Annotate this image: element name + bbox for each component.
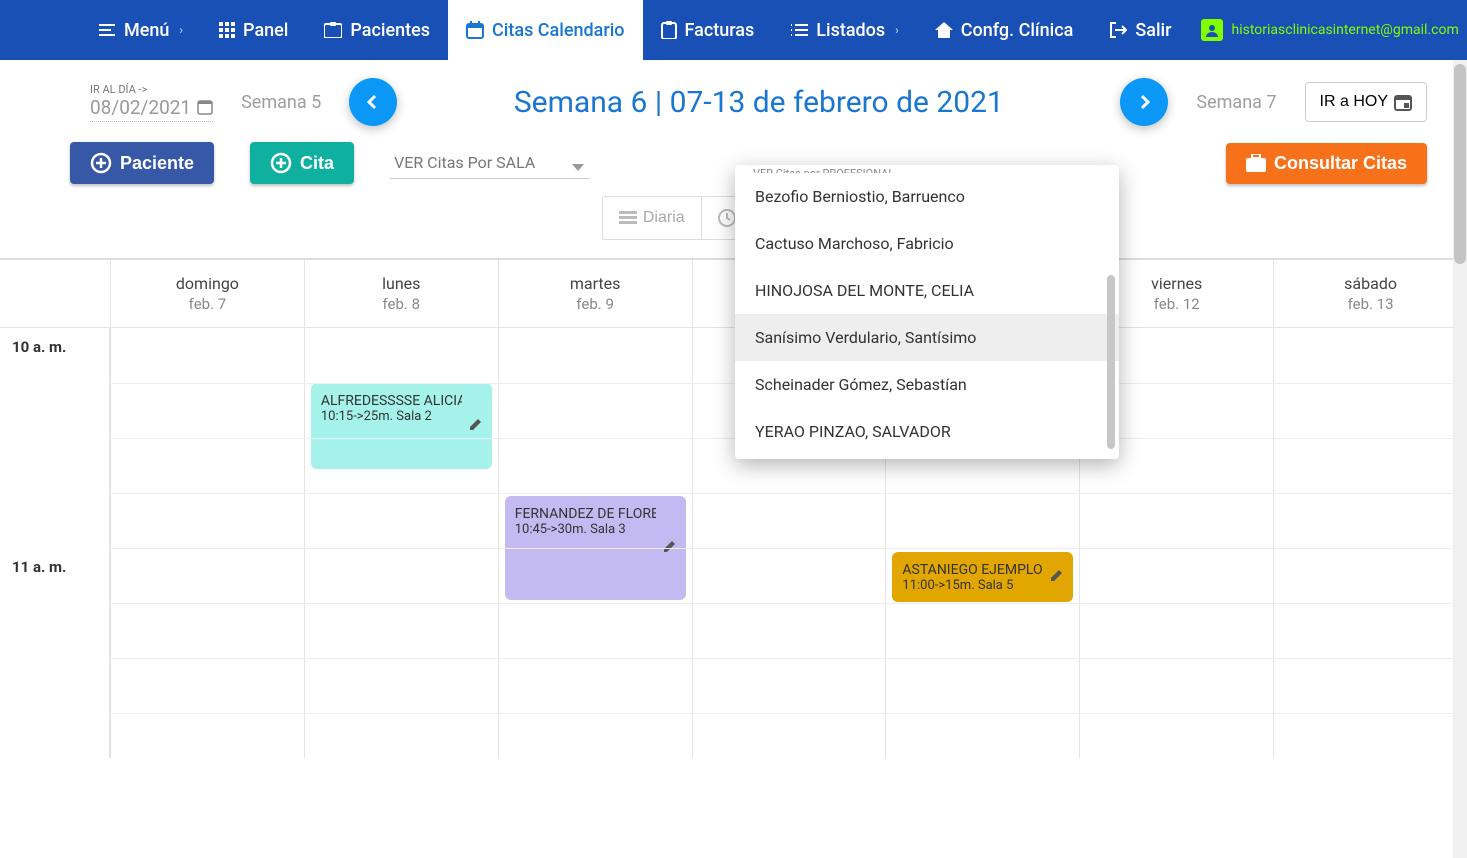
menu-icon [98, 23, 116, 37]
add-paciente-label: Paciente [120, 153, 194, 174]
appointment-name: ALFREDESSSSE ALICIA [321, 393, 462, 409]
calendar-small-icon [197, 99, 213, 115]
action-row: Paciente Cita VER Citas Por SALA Consult… [0, 136, 1467, 192]
prev-week-label: Semana 5 [241, 92, 321, 113]
nav-salir[interactable]: Salir [1091, 0, 1189, 60]
nav-facturas-label: Facturas [685, 20, 755, 41]
plus-circle-icon [270, 152, 292, 174]
dropdown-item[interactable]: Sanísimo Verdulario, Santísimo [735, 314, 1119, 361]
day-column-0[interactable] [110, 328, 304, 758]
appointment-name: ASTANIEGO EJEMPLO [902, 562, 1043, 578]
nav-menu-label: Menú [124, 20, 169, 41]
appointment-detail: 11:00->15m. Sala 5 [902, 578, 1043, 593]
nav-pacientes[interactable]: Pacientes [306, 0, 448, 60]
time-label-1: 11 a. m. [12, 558, 66, 576]
today-button[interactable]: IR a HOY [1305, 82, 1427, 122]
avatar-icon [1201, 19, 1223, 41]
edit-icon[interactable] [468, 416, 484, 436]
day-header-0: domingofeb. 7 [110, 260, 304, 327]
day-header-2: martesfeb. 9 [498, 260, 692, 327]
briefcase-icon [1246, 154, 1266, 172]
page-scrollbar[interactable] [1453, 60, 1467, 858]
filter-sala-value: VER Citas Por SALA [394, 153, 535, 172]
next-week-button[interactable] [1120, 78, 1168, 126]
nav-listados[interactable]: Listados › [772, 0, 917, 60]
calendar-icon [466, 21, 484, 39]
week-title: Semana 6 | 07-13 de febrero de 2021 [415, 85, 1102, 120]
dropdown-header: VER Citas por PROFESIONAL [735, 165, 1119, 173]
scrollbar-thumb[interactable] [1454, 64, 1466, 264]
plus-circle-icon [90, 152, 112, 174]
user-email: historiasclinicasinternet@gmail.com [1231, 22, 1458, 38]
day-column-1[interactable]: ALFREDESSSSE ALICIA 10:15->25m. Sala 2 [304, 328, 498, 758]
appointment[interactable]: ALFREDESSSSE ALICIA 10:15->25m. Sala 2 [311, 383, 492, 469]
view-diaria-button[interactable]: Diaria [603, 197, 702, 239]
calendar: domingofeb. 7 lunesfeb. 8 martesfeb. 9 m… [0, 258, 1467, 758]
day-header-1: lunesfeb. 8 [304, 260, 498, 327]
time-label-0: 10 a. m. [12, 338, 66, 356]
add-cita-label: Cita [300, 153, 334, 174]
day-column-6[interactable] [1273, 328, 1467, 758]
dropdown-item[interactable]: Bezofio Berniostio, Barruenco [735, 173, 1119, 220]
nav-user[interactable]: historiasclinicasinternet@gmail.com [1189, 0, 1467, 60]
appointment[interactable]: ASTANIEGO EJEMPLO 11:00->15m. Sala 5 [892, 552, 1073, 602]
week-header: IR AL DÍA -> 08/02/2021 Semana 5 Semana … [0, 60, 1467, 136]
add-cita-button[interactable]: Cita [250, 142, 354, 184]
day-header-6: sábadofeb. 13 [1273, 260, 1467, 327]
home-icon [935, 22, 953, 38]
day-column-2[interactable]: FERNANDEZ DE FLORES 10:45->30m. Sala 3 [498, 328, 692, 758]
nav-listados-label: Listados [816, 20, 885, 41]
nav-panel-label: Panel [243, 20, 288, 41]
goto-day-value: 08/02/2021 [90, 96, 191, 119]
next-week-label: Semana 7 [1196, 92, 1276, 113]
today-button-label: IR a HOY [1320, 93, 1388, 111]
list-view-icon [619, 211, 637, 225]
nav-pacientes-label: Pacientes [350, 20, 430, 41]
prev-week-button[interactable] [349, 78, 397, 126]
time-column: 10 a. m. 11 a. m. [0, 328, 110, 758]
dropdown-item[interactable]: YERAO PINZAO, SALVADOR [735, 408, 1119, 455]
nav-menu[interactable]: Menú › [80, 0, 201, 60]
filter-sala-dropdown[interactable]: VER Citas Por SALA [390, 147, 590, 179]
dropdown-arrow-icon [572, 157, 584, 176]
nav-citas-label: Citas Calendario [492, 20, 625, 41]
calendar-header: domingofeb. 7 lunesfeb. 8 martesfeb. 9 m… [0, 260, 1467, 328]
chevron-right-icon: › [179, 23, 183, 37]
chevron-right-icon: › [895, 23, 899, 37]
goto-day-label: IR AL DÍA -> [90, 83, 213, 96]
dropdown-item[interactable]: HINOJOSA DEL MONTE, CELIA [735, 267, 1119, 314]
appointment-detail: 10:15->25m. Sala 2 [321, 409, 462, 424]
nav-facturas[interactable]: Facturas [643, 0, 773, 60]
nav-config[interactable]: Confg. Clínica [917, 0, 1092, 60]
dropdown-scrollbar[interactable] [1107, 275, 1115, 449]
calendar-today-icon [1394, 93, 1412, 111]
view-diaria-label: Diaria [643, 209, 685, 227]
clipboard-icon [661, 21, 677, 39]
clock-icon [718, 209, 736, 227]
add-paciente-button[interactable]: Paciente [70, 142, 214, 184]
nav-panel[interactable]: Panel [201, 0, 306, 60]
list-icon [790, 23, 808, 37]
exit-icon [1109, 22, 1127, 38]
top-navbar: Menú › Panel Pacientes Citas Calendario [0, 0, 1467, 60]
grid-icon [219, 22, 235, 38]
goto-day-field[interactable]: IR AL DÍA -> 08/02/2021 [90, 83, 213, 122]
nav-salir-label: Salir [1135, 20, 1171, 41]
dropdown-item[interactable]: Scheinader Gómez, Sebastían [735, 361, 1119, 408]
id-card-icon [324, 22, 342, 38]
appointment-detail: 10:45->30m. Sala 3 [515, 522, 656, 537]
calendar-body[interactable]: 10 a. m. 11 a. m. ALFREDESSSSE ALICIA 10… [0, 328, 1467, 758]
consultar-citas-label: Consultar Citas [1274, 153, 1407, 174]
dropdown-item[interactable]: Cactuso Marchoso, Fabricio [735, 220, 1119, 267]
nav-config-label: Confg. Clínica [961, 20, 1074, 41]
view-toggle-row: Diaria Horaria [0, 192, 1467, 258]
profesional-dropdown-panel: VER Citas por PROFESIONAL Bezofio Bernio… [735, 165, 1119, 459]
nav-citas-calendario[interactable]: Citas Calendario [448, 0, 643, 60]
appointment-name: FERNANDEZ DE FLORES [515, 506, 656, 522]
edit-icon[interactable] [1049, 567, 1065, 587]
consultar-citas-button[interactable]: Consultar Citas [1226, 143, 1427, 184]
